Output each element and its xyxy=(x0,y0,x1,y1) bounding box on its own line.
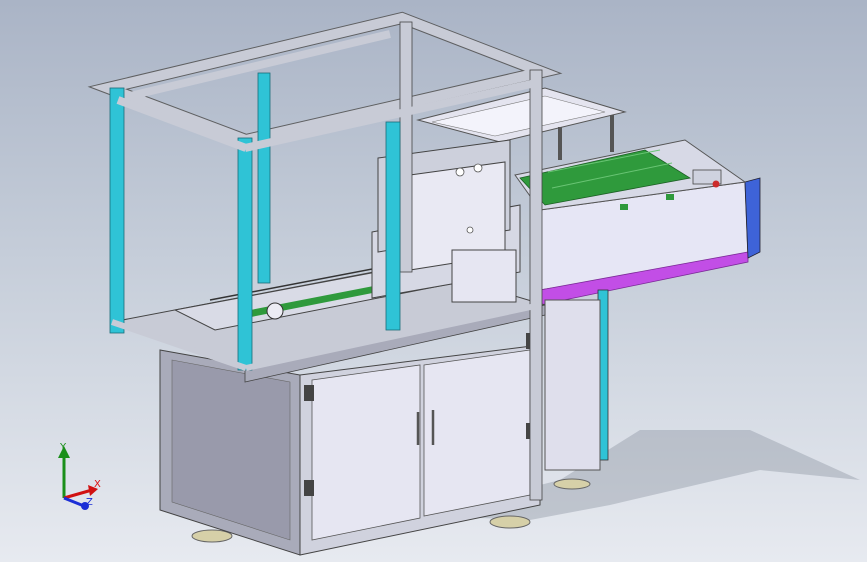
head-hole-1 xyxy=(455,167,465,177)
rail-mid-side xyxy=(116,96,248,152)
x-axis-label: X xyxy=(94,479,101,490)
post-mid-right xyxy=(385,121,401,331)
hinge-1 xyxy=(304,385,314,401)
cad-viewport[interactable]: Y X Z xyxy=(0,0,867,562)
triad-arrows xyxy=(58,446,98,510)
foot-front-right xyxy=(489,515,531,529)
post-back-right xyxy=(529,69,543,501)
foot-front-left xyxy=(191,529,233,543)
post-mid-left xyxy=(257,72,271,284)
head-hole-3 xyxy=(466,226,474,234)
machine-model[interactable] xyxy=(0,0,867,562)
conveyor-clamp-1 xyxy=(620,204,628,210)
head-hole-2 xyxy=(473,163,483,173)
hinge-2 xyxy=(304,480,314,496)
rail-end-pulley xyxy=(266,302,284,320)
z-axis-label: Z xyxy=(86,497,93,508)
y-axis-label: Y xyxy=(60,442,67,453)
conveyor-stop-button xyxy=(712,180,720,188)
post-front-center xyxy=(237,137,253,371)
cabinet-door-right xyxy=(423,349,531,517)
z-axis-arrow xyxy=(63,496,85,508)
conveyor-clamp-2 xyxy=(666,194,674,200)
conveyor-end-cap xyxy=(744,177,761,259)
post-front-left xyxy=(109,87,125,334)
cabinet-back-panel xyxy=(544,299,601,471)
cabinet-door-left xyxy=(311,364,421,541)
post-back-center xyxy=(399,21,413,273)
foot-back-right xyxy=(553,478,591,490)
head-block xyxy=(451,249,517,303)
axis-triad: Y X Z xyxy=(48,440,108,515)
